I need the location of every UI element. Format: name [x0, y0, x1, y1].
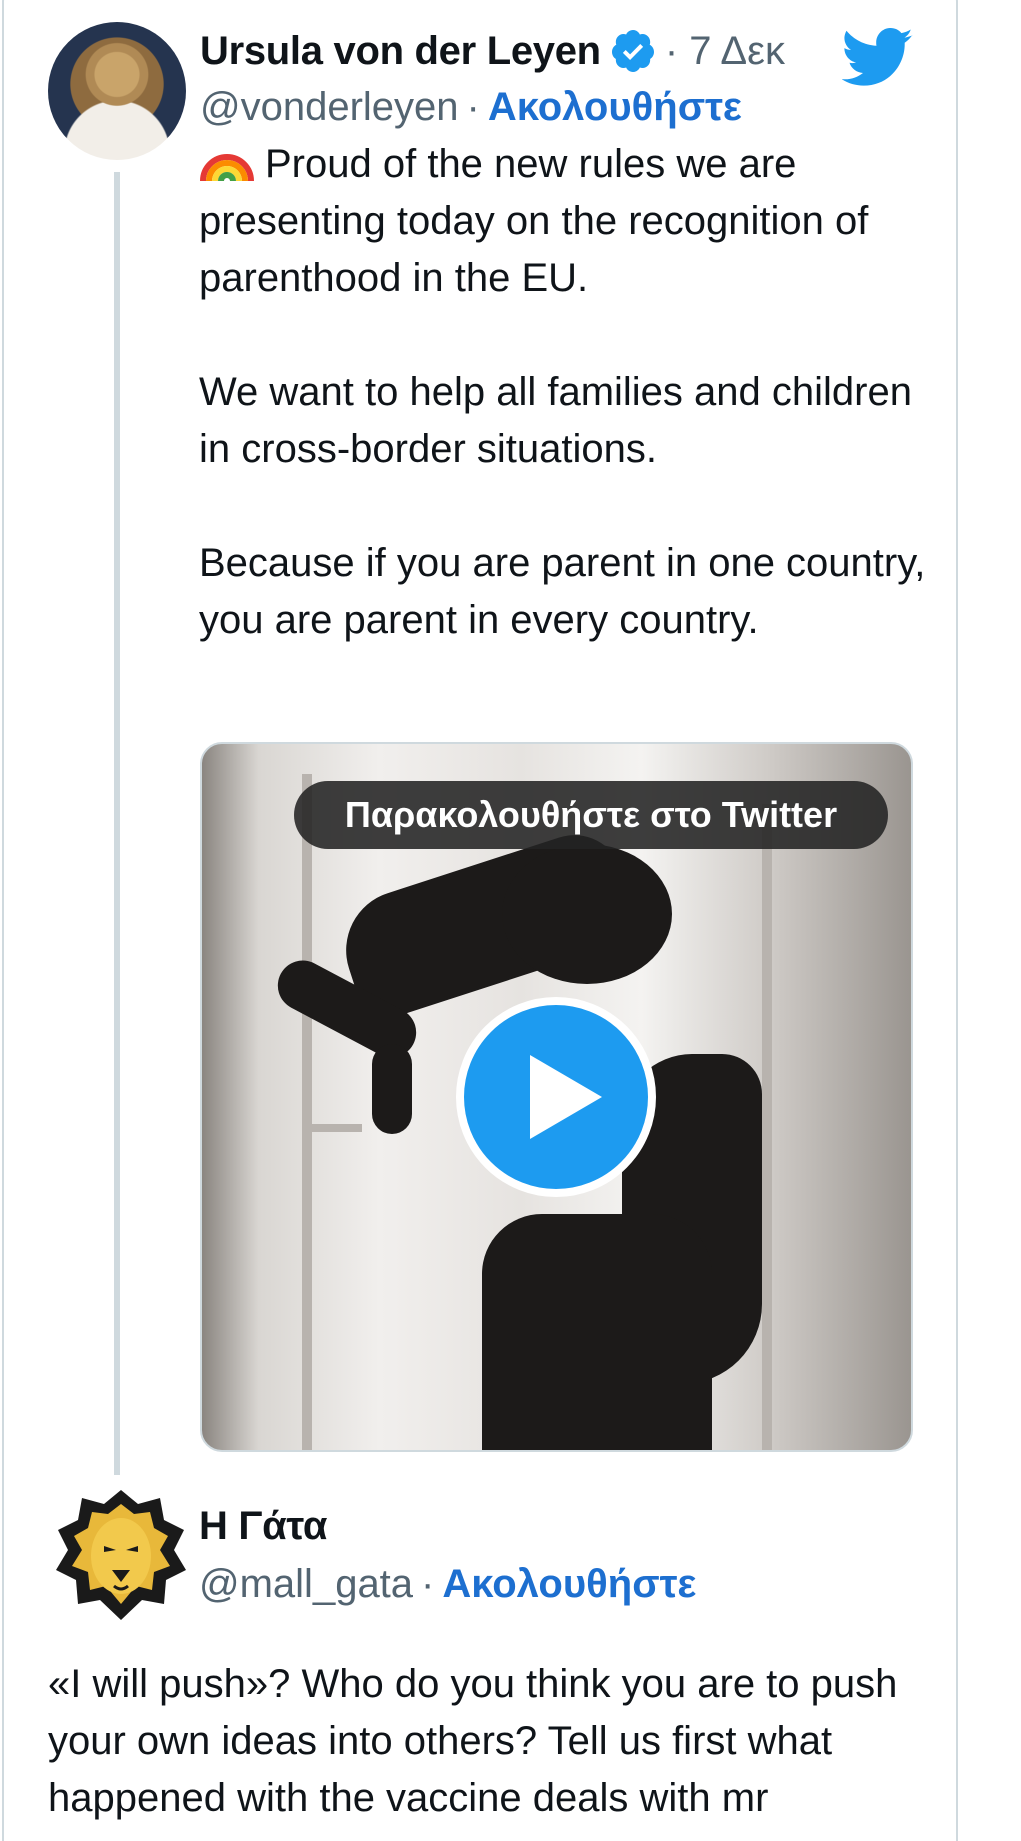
- verified-badge-icon: [611, 30, 654, 72]
- reply-author-name-row: Η Γάτα: [199, 1498, 327, 1554]
- reply-author-display-name[interactable]: Η Γάτα: [199, 1504, 327, 1549]
- mother-body: [482, 1214, 712, 1450]
- reply-text: «I will push»? Who do you think you are …: [48, 1662, 898, 1820]
- author-display-name[interactable]: Ursula von der Leyen: [200, 29, 601, 74]
- window-frame: [762, 804, 772, 1450]
- tweet-text: Proud of the new rules we are presenting…: [199, 136, 929, 649]
- window-frame: [302, 1124, 362, 1132]
- tweet-paragraph: We want to help all families and childre…: [199, 370, 912, 471]
- reply-follow-link[interactable]: Ακολουθήστε: [442, 1562, 696, 1607]
- window-frame: [302, 774, 312, 1450]
- thread-line: [114, 172, 120, 1475]
- watch-on-twitter-button[interactable]: Παρακολουθήστε στο Twitter: [294, 781, 888, 849]
- reply-author-handle-row: @mall_gata · Ακολουθήστε: [199, 1556, 696, 1612]
- tweet-paragraph: Proud of the new rules we are presenting…: [199, 136, 929, 307]
- baby-leg: [372, 1044, 412, 1134]
- author-handle[interactable]: @vonderleyen: [200, 85, 459, 130]
- lion-avatar-icon: [56, 1490, 186, 1620]
- author-avatar[interactable]: [48, 22, 186, 160]
- follow-link[interactable]: Ακολουθήστε: [488, 85, 742, 130]
- twitter-bird-icon[interactable]: [842, 28, 914, 88]
- tweet-paragraph: Because if you are parent in one country…: [199, 541, 926, 642]
- play-button[interactable]: [456, 997, 656, 1197]
- author-name-row: Ursula von der Leyen · 7 Δεκ: [200, 22, 785, 80]
- separator-dot: ·: [466, 84, 480, 129]
- separator-dot: ·: [421, 1561, 435, 1606]
- tweet-timestamp[interactable]: · 7 Δεκ: [665, 29, 785, 74]
- reply-author-handle[interactable]: @mall_gata: [199, 1562, 413, 1607]
- tweet-paragraph-text: Proud of the new rules we are presenting…: [199, 142, 869, 300]
- reply-author-avatar[interactable]: [52, 1486, 190, 1624]
- author-handle-row: @vonderleyen · Ακολουθήστε: [200, 80, 742, 134]
- play-icon: [530, 1055, 602, 1139]
- baby-head: [502, 844, 672, 984]
- video-thumbnail[interactable]: Παρακολουθήστε στο Twitter: [200, 742, 913, 1452]
- rainbow-emoji-icon: [200, 154, 254, 182]
